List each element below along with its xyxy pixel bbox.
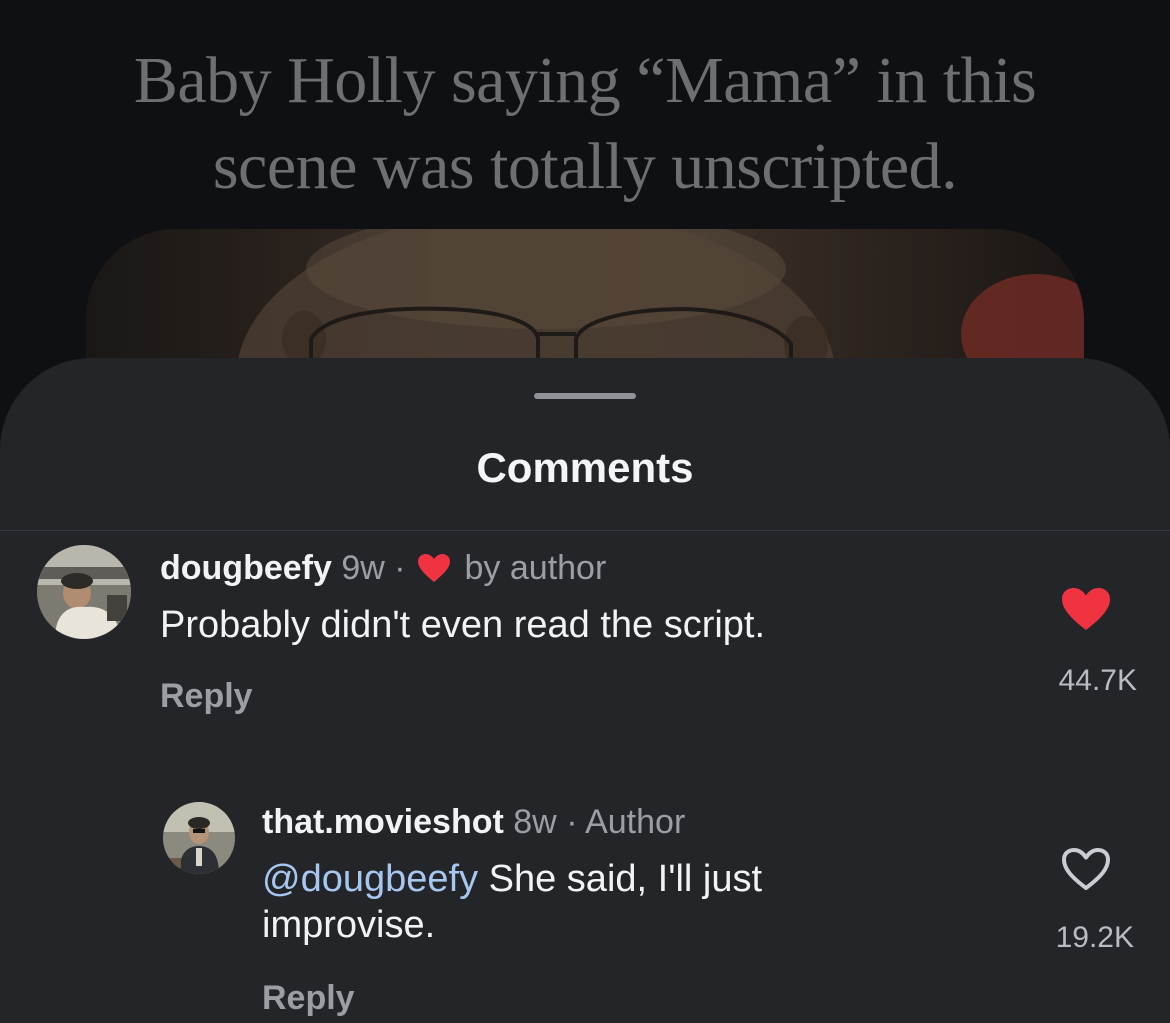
comment-text: Probably didn't even read the script. xyxy=(160,604,766,646)
comment-text-part: She said, I'll just xyxy=(478,858,763,900)
avatar-photo xyxy=(163,802,235,874)
sheet-divider xyxy=(0,530,1170,531)
reply-button[interactable]: Reply xyxy=(262,978,355,1018)
heart-outline-icon xyxy=(1062,848,1110,890)
avatar[interactable] xyxy=(163,802,235,874)
avatar[interactable] xyxy=(37,545,131,639)
meta-separator: · xyxy=(566,803,578,841)
comment-text: @dougbeefy She said, I'll just improvise… xyxy=(262,856,762,948)
comment-text-line-2: improvise. xyxy=(262,904,436,946)
comment-age: 8w xyxy=(513,803,557,841)
comment-meta: dougbeefy 9w · by author xyxy=(160,548,606,592)
post-caption-line-2: scene was totally unscripted. xyxy=(212,130,958,203)
comment-age: 9w xyxy=(341,549,385,587)
heart-icon xyxy=(417,552,451,592)
reply-button[interactable]: Reply xyxy=(160,676,253,716)
meta-separator: · xyxy=(394,549,406,587)
liked-by-author-badge: by author xyxy=(464,549,607,587)
comment-meta: that.movieshot 8w · Author xyxy=(262,802,685,842)
like-button[interactable] xyxy=(1060,846,1112,897)
sheet-title: Comments xyxy=(476,444,694,491)
like-count: 19.2K xyxy=(1055,921,1134,954)
like-button[interactable] xyxy=(1060,586,1112,637)
heart-filled-icon xyxy=(1062,588,1110,630)
mention-link[interactable]: @dougbeefy xyxy=(262,858,478,900)
app-screen: Baby Holly saying “Mama” in this scene w… xyxy=(0,0,1170,1023)
post-caption: Baby Holly saying “Mama” in this scene w… xyxy=(0,38,1170,210)
post-caption-line-1: Baby Holly saying “Mama” in this xyxy=(133,44,1037,117)
avatar-photo xyxy=(37,545,131,639)
comment-text-line-1: @dougbeefy She said, I'll just xyxy=(262,856,762,902)
like-count: 44.7K xyxy=(1058,664,1137,697)
author-badge: Author xyxy=(585,803,686,841)
comment-username[interactable]: dougbeefy xyxy=(160,549,332,587)
comment-username[interactable]: that.movieshot xyxy=(262,803,504,841)
comments-sheet: Comments dougbeefy 9w · by author Probab… xyxy=(0,358,1170,1023)
sheet-grabber-handle[interactable] xyxy=(534,393,636,399)
